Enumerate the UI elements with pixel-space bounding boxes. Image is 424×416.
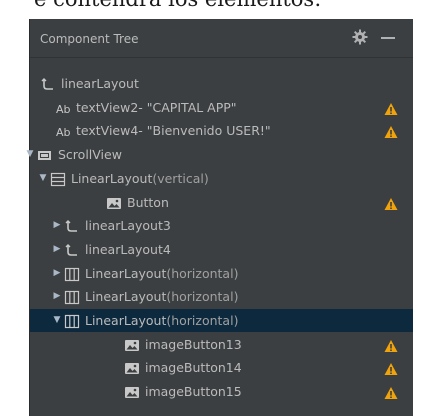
tree-node[interactable]: Button [30, 191, 413, 214]
warning-icon[interactable] [384, 100, 398, 115]
tree-node[interactable]: Ab textView2- "CAPITAL APP" [30, 96, 413, 119]
tree-node[interactable]: imageButton14 [30, 356, 413, 379]
tree-node[interactable]: Ab textView4- "Bienvenido USER!" [30, 119, 413, 142]
tree-node-label: LinearLayout(horizontal) [85, 313, 239, 328]
tree-node-label: LinearLayout(vertical) [71, 171, 209, 186]
tree-node[interactable]: linearLayout [30, 72, 413, 95]
warning-icon[interactable] [384, 337, 398, 352]
tree-node[interactable]: ▶ linearLayout4 [30, 238, 413, 261]
tree-node-orientation: (vertical) [152, 171, 209, 186]
chevron-down-icon[interactable]: ▼ [25, 143, 35, 166]
layout-icon [64, 218, 80, 233]
component-tree-panel: Component Tree linearLayout Ab textView2- … [27, 19, 413, 416]
tree-node-label: textView2- "CAPITAL APP" [76, 100, 237, 115]
tree-node[interactable]: ▶ LinearLayout(horizontal) [30, 285, 413, 308]
tree-node[interactable]: ▶ linearLayout3 [30, 214, 413, 237]
tree-node-label: imageButton13 [145, 337, 242, 352]
chevron-right-icon[interactable]: ▶ [52, 285, 62, 308]
horizontal-layout-icon [64, 313, 80, 329]
tree-node-label: LinearLayout(horizontal) [85, 266, 239, 281]
tree-node[interactable]: imageButton13 [30, 333, 413, 356]
chevron-down-icon[interactable]: ▼ [52, 309, 62, 332]
layout-icon [40, 76, 56, 91]
tree-node-label: textView4- "Bienvenido USER!" [76, 123, 271, 138]
text-icon: Ab [56, 100, 72, 116]
minimize-icon[interactable] [381, 37, 395, 39]
svg-text:Ab: Ab [56, 126, 71, 139]
tree-node[interactable]: ▼ LinearLayout(horizontal) [30, 309, 413, 332]
tree-node-orientation: (horizontal) [166, 313, 239, 328]
image-icon [124, 337, 140, 352]
tree-node-label: LinearLayout(horizontal) [85, 289, 239, 304]
chevron-right-icon[interactable]: ▶ [52, 214, 62, 237]
tree-node[interactable]: ▼ LinearLayout(vertical) [30, 167, 413, 190]
chevron-right-icon[interactable]: ▶ [52, 238, 62, 261]
text-icon: Ab [56, 123, 72, 139]
tree-node[interactable]: imageButton15 [30, 380, 413, 403]
warning-icon[interactable] [384, 360, 398, 375]
tree-node-label: linearLayout [61, 76, 139, 91]
tree-node[interactable]: ▶ LinearLayout(horizontal) [30, 262, 413, 285]
warning-icon[interactable] [384, 195, 398, 210]
horizontal-layout-icon [64, 266, 80, 282]
svg-text:Ab: Ab [56, 103, 71, 116]
warning-icon[interactable] [384, 123, 398, 138]
horizontal-layout-icon [64, 289, 80, 305]
panel-title: Component Tree [40, 32, 139, 46]
window-frame: Component Tree linearLayout Ab textView2- … [0, 8, 424, 416]
vertical-layout-icon [50, 171, 66, 187]
tree-node-orientation: (horizontal) [166, 266, 239, 281]
image-icon [124, 384, 140, 399]
warning-icon[interactable] [384, 384, 398, 399]
tree-node-label: imageButton14 [145, 360, 242, 375]
gear-icon[interactable] [351, 28, 369, 46]
tree-node-label: imageButton15 [145, 384, 242, 399]
chevron-right-icon[interactable]: ▶ [52, 262, 62, 285]
chevron-down-icon[interactable]: ▼ [38, 167, 48, 190]
image-icon [124, 360, 140, 375]
tree-node-label: linearLayout3 [85, 218, 171, 233]
tree-node-label: ScrollView [58, 147, 122, 162]
panel-header: Component Tree [30, 19, 413, 58]
tree-node[interactable]: ▼ ScrollView [27, 143, 413, 166]
tree-node-label: linearLayout4 [85, 242, 171, 257]
tree-node-label: Button [127, 195, 169, 210]
layout-icon [64, 242, 80, 257]
tree-node-orientation: (horizontal) [166, 289, 239, 304]
image-icon [106, 195, 122, 210]
scrollview-icon [37, 147, 53, 162]
